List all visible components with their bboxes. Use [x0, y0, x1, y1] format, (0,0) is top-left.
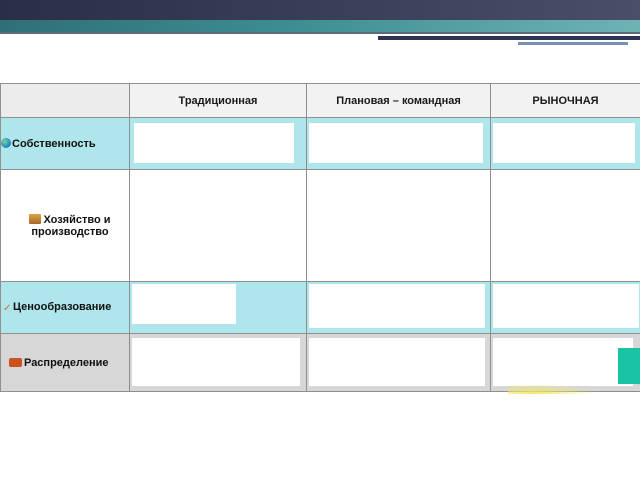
cell-economy-market[interactable]	[490, 169, 640, 282]
answer-box	[493, 284, 639, 328]
header-dark-band	[0, 0, 640, 20]
corner-decoration	[618, 348, 640, 384]
cell-pricing-traditional[interactable]	[129, 281, 307, 334]
answer-box	[132, 284, 236, 324]
truck-icon	[9, 357, 22, 367]
row-label-pricing: ✓ Ценообразование	[0, 281, 130, 334]
corner-header-cell	[0, 83, 130, 118]
cell-pricing-market[interactable]	[490, 281, 640, 334]
cell-ownership-command[interactable]	[306, 117, 491, 170]
column-header-market: РЫНОЧНАЯ	[490, 83, 640, 118]
column-header-traditional: Традиционная	[129, 83, 307, 118]
cell-distribution-command[interactable]	[306, 333, 491, 392]
column-header-command: Плановая – командная	[306, 83, 491, 118]
factory-icon	[29, 213, 42, 224]
answer-box	[493, 123, 635, 163]
cell-ownership-traditional[interactable]	[129, 117, 307, 170]
accent-bar-light	[518, 42, 628, 45]
glow-decoration	[508, 382, 608, 394]
cell-economy-traditional[interactable]	[129, 169, 307, 282]
cell-economy-command[interactable]	[306, 169, 491, 282]
answer-box	[309, 338, 485, 386]
answer-box	[134, 123, 294, 163]
cell-ownership-market[interactable]	[490, 117, 640, 170]
column-header-market-text: РЫНОЧНАЯ	[532, 94, 599, 107]
answer-box	[493, 338, 633, 386]
answer-box	[309, 284, 485, 328]
cell-distribution-traditional[interactable]	[129, 333, 307, 392]
row-label-ownership: Собственность	[0, 117, 130, 170]
row-label-distribution: Распределение	[0, 333, 130, 392]
row-label-economy-production: Хозяйство и производство	[0, 169, 130, 282]
header-divider	[0, 32, 640, 34]
answer-box	[132, 338, 300, 386]
globe-icon	[1, 137, 11, 148]
header-teal-band	[0, 20, 640, 32]
accent-bar	[378, 36, 640, 40]
cell-pricing-command[interactable]	[306, 281, 491, 334]
economic-systems-table: Традиционная Плановая – командная РЫНОЧН…	[0, 83, 640, 392]
price-spark-icon: ✓	[3, 303, 12, 314]
answer-box	[309, 123, 483, 163]
